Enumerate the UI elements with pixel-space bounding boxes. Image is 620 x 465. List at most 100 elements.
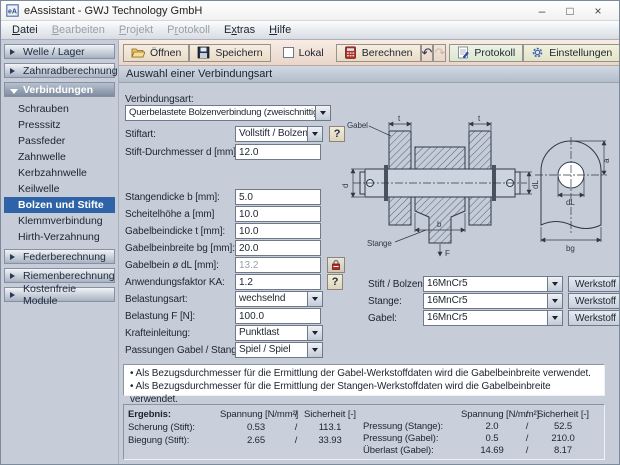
dropdown-arrow-icon[interactable] <box>547 277 562 291</box>
stiftart-select[interactable]: Vollstift / Bolzen <box>235 126 323 142</box>
sidebar-item-schrauben[interactable]: Schrauben <box>4 101 115 117</box>
sidebar-item-kerbzahnwelle[interactable]: Kerbzahnwelle <box>4 165 115 181</box>
stift-durchmesser-row: Stift-Durchmesser d [mm]: <box>125 144 321 160</box>
calculator-icon <box>344 46 357 59</box>
title-bar: eA eAssistant - GWJ Technology GmbH – □ … <box>1 1 619 21</box>
anwendungsfaktor-input[interactable] <box>235 274 321 290</box>
drawing-dim-b: b <box>437 220 442 229</box>
calculate-button[interactable]: Berechnen <box>336 44 421 62</box>
sidebar-item-bolzen-und-stifte[interactable]: Bolzen und Stifte <box>4 197 115 213</box>
belastungsart-row: Belastungsart: wechselnd <box>125 291 323 307</box>
undo-button[interactable]: ↶ <box>421 44 434 62</box>
dropdown-arrow-icon[interactable] <box>315 106 330 120</box>
dropdown-arrow-icon[interactable] <box>307 343 322 357</box>
passungen-row: Passungen Gabel / Stange: Spiel / Spiel <box>125 342 323 358</box>
results-panel: Ergebnis: Spannung [N/mm²] / Sicherheit … <box>123 404 605 460</box>
sidebar-item-klemmverbindung[interactable]: Klemmverbindung <box>4 213 115 229</box>
redo-icon: ↷ <box>434 45 445 61</box>
drawing-dim-t1: t <box>398 114 401 123</box>
krafteinleitung-row: Krafteinleitung: Punktlast <box>125 325 323 341</box>
settings-button[interactable]: Einstellungen <box>523 44 620 62</box>
chevron-right-icon <box>10 292 18 298</box>
krafteinleitung-select[interactable]: Punktlast <box>235 325 323 341</box>
toolbar: Öffnen Speichern Lokal <box>119 40 619 66</box>
werkstoff-stange-button[interactable]: Werkstoff <box>568 293 620 309</box>
menu-datei[interactable]: Datei <box>5 22 45 38</box>
dropdown-arrow-icon[interactable] <box>547 294 562 308</box>
stangendicke-input[interactable] <box>235 189 321 205</box>
sidebar-cat-verbindungen[interactable]: Verbindungen <box>4 82 115 97</box>
drawing-label-stange: Stange <box>367 239 392 248</box>
anwendungsfaktor-help-button[interactable]: ? <box>327 274 343 290</box>
material-stange-select[interactable]: 16MnCr5 <box>423 293 563 309</box>
dropdown-arrow-icon[interactable] <box>547 311 562 325</box>
section-title: Auswahl einer Verbindungsart <box>119 66 619 83</box>
drawing-dim-d: d <box>341 184 350 188</box>
menu-hilfe[interactable]: Hilfe <box>262 22 298 38</box>
werkstoff-stift-button[interactable]: Werkstoff <box>568 276 620 292</box>
local-checkbox[interactable] <box>283 47 294 58</box>
chevron-right-icon <box>10 68 18 74</box>
protocol-button[interactable]: Protokoll <box>449 44 523 62</box>
scheitelhoehe-row: Scheitelhöhe a [mm] <box>125 206 321 222</box>
sidebar-cat-federberechnung[interactable]: Federberechnung <box>4 249 115 264</box>
material-stange-row: Stange: 16MnCr5 Werkstoff <box>368 293 620 309</box>
local-checkbox-group: Lokal <box>283 47 324 59</box>
drawing-dim-bg: bg <box>566 244 575 253</box>
sidebar-item-keilwelle[interactable]: Keilwelle <box>4 181 115 197</box>
sidebar: Welle / Lager Zahnradberechnung Verbindu… <box>1 40 119 464</box>
belastungsart-select[interactable]: wechselnd <box>235 291 323 307</box>
undo-icon: ↶ <box>422 45 433 61</box>
material-stift-select[interactable]: 16MnCr5 <box>423 276 563 292</box>
chevron-right-icon <box>10 49 18 55</box>
dropdown-arrow-icon[interactable] <box>307 326 322 340</box>
menu-extras[interactable]: Extras <box>217 22 262 38</box>
gabelbeindicke-input[interactable] <box>235 223 321 239</box>
close-button[interactable]: × <box>592 4 604 18</box>
werkstoff-gabel-button[interactable]: Werkstoff <box>568 310 620 326</box>
maximize-button[interactable]: □ <box>564 4 576 18</box>
menu-bearbeiten: Bearbeiten <box>45 22 112 38</box>
stangendicke-row: Stangendicke b [mm]: <box>125 189 321 205</box>
save-button[interactable]: Speichern <box>189 44 270 62</box>
drawing-dim-dl2: dL <box>566 198 575 207</box>
gabelbeindicke-row: Gabelbeindicke t [mm]: <box>125 223 321 239</box>
result-row-pressung-stange: Pressung (Stange): 2.0 / 52.5 <box>363 420 600 432</box>
result-row-biegung: Biegung (Stift): 2.65 / 33.93 <box>128 434 363 447</box>
sidebar-cat-welle-lager[interactable]: Welle / Lager <box>4 44 115 59</box>
verbindungsart-select[interactable]: Querbelastete Bolzenverbindung (zweischn… <box>125 105 331 121</box>
drawing-label-gabel: Gabel <box>347 121 368 130</box>
result-row-scherung: Scherung (Stift): 0.53 / 113.1 <box>128 421 363 434</box>
result-row-ueberlast-gabel: Überlast (Gabel): 14.69 / 8.17 <box>363 444 600 456</box>
app-window: eA eAssistant - GWJ Technology GmbH – □ … <box>0 0 620 465</box>
scheitelhoehe-input[interactable] <box>235 206 321 222</box>
chevron-right-icon <box>10 254 18 260</box>
stift-durchmesser-input[interactable] <box>235 144 321 160</box>
open-folder-icon <box>131 47 145 59</box>
stiftart-row: Stiftart: Vollstift / Bolzen ? <box>125 126 345 142</box>
sidebar-cat-riemenberechnung[interactable]: Riemenberechnung <box>4 268 115 283</box>
gabelbeinbreite-input[interactable] <box>235 240 321 256</box>
chevron-right-icon <box>10 273 18 279</box>
dropdown-arrow-icon[interactable] <box>307 127 322 141</box>
sidebar-cat-kostenfreie-module[interactable]: Kostenfreie Module <box>4 287 115 302</box>
minimize-button[interactable]: – <box>536 4 548 18</box>
gabelbein-dl-input <box>235 257 321 273</box>
belastung-input[interactable] <box>235 308 321 324</box>
drawing-dim-dl: dL <box>531 180 540 189</box>
sidebar-item-zahnwelle[interactable]: Zahnwelle <box>4 149 115 165</box>
note-line: Als Bezugsdurchmesser für die Ermittlung… <box>130 367 598 380</box>
sidebar-item-passfeder[interactable]: Passfeder <box>4 133 115 149</box>
gabelbein-dl-row: Gabelbein ø dL [mm]: <box>125 257 345 273</box>
sidebar-cat-zahnradberechnung[interactable]: Zahnradberechnung <box>4 63 115 78</box>
menu-protokoll: Protokoll <box>160 22 217 38</box>
material-gabel-select[interactable]: 16MnCr5 <box>423 310 563 326</box>
sidebar-item-presssitz[interactable]: Presssitz <box>4 117 115 133</box>
dropdown-arrow-icon[interactable] <box>307 292 322 306</box>
verbindungsart-row: Querbelastete Bolzenverbindung (zweischn… <box>125 105 331 121</box>
open-button[interactable]: Öffnen <box>123 44 189 62</box>
sidebar-item-hirth-verzahnung[interactable]: Hirth-Verzahnung <box>4 229 115 245</box>
belastung-row: Belastung F [N]: <box>125 308 321 324</box>
results-header-right: Spannung [N/mm²] / Sicherheit [-] <box>363 408 600 420</box>
passungen-select[interactable]: Spiel / Spiel <box>235 342 323 358</box>
